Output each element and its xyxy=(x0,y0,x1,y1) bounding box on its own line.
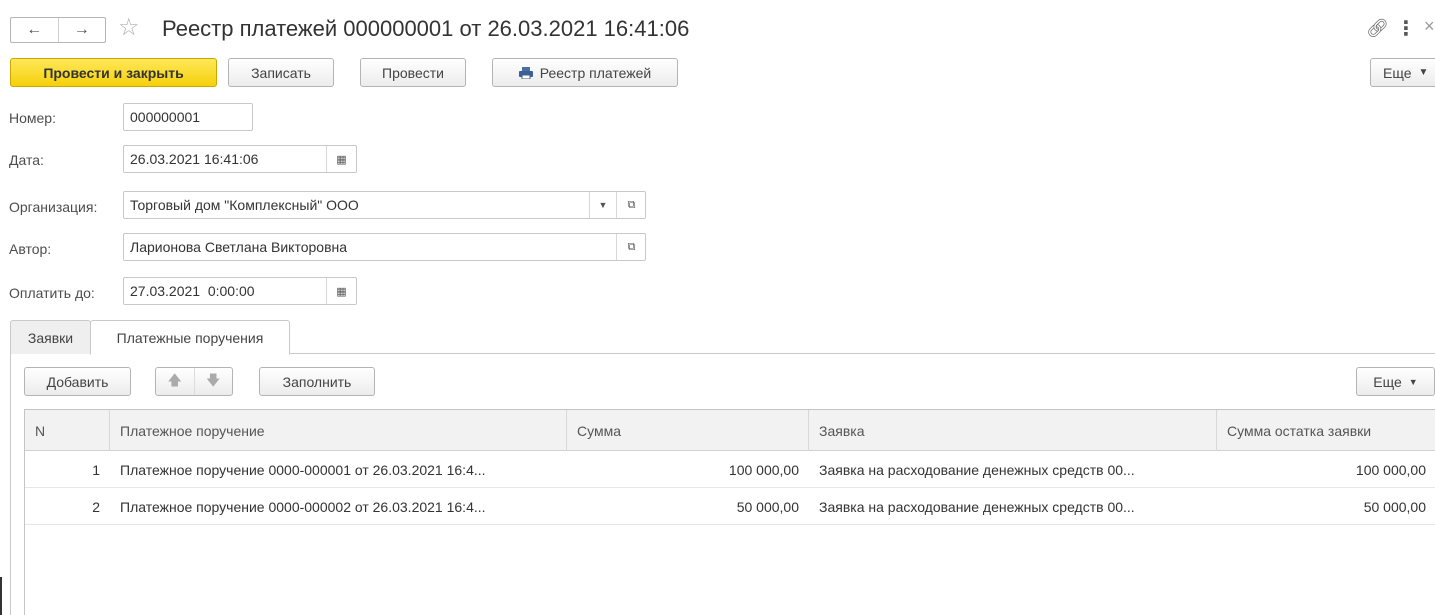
tab-payment-orders[interactable]: Платежные поручения xyxy=(90,320,290,355)
post-and-close-button[interactable]: Провести и закрыть xyxy=(10,58,217,87)
add-button[interactable]: Добавить xyxy=(24,367,131,396)
payment-orders-table: N Платежное поручение Сумма Заявка Сумма… xyxy=(24,409,1435,615)
column-header-n[interactable]: N xyxy=(25,410,110,451)
back-button[interactable]: ← xyxy=(11,18,58,42)
table-row[interactable]: 1 Платежное поручение 0000-000001 от 26.… xyxy=(25,451,1435,488)
close-icon[interactable]: × xyxy=(1424,16,1435,37)
tab-requests-label: Заявки xyxy=(27,329,74,346)
author-field[interactable]: Ларионова Светлана Викторовна ⧉ xyxy=(123,233,646,261)
payment-order-cell: Платежное поручение 0000-000002 от 26.03… xyxy=(120,498,486,515)
add-label: Добавить xyxy=(46,373,109,390)
move-up-icon: 🡅 xyxy=(167,371,182,388)
payment-order-cell: Платежное поручение 0000-000001 от 26.03… xyxy=(120,461,486,478)
table-more-label: Еще xyxy=(1373,373,1402,390)
number-value: 000000001 xyxy=(130,109,201,125)
number-label: Номер: xyxy=(9,110,56,126)
remainder-cell: 50 000,00 xyxy=(1363,498,1426,515)
fill-label: Заполнить xyxy=(282,373,352,390)
calendar-icon: ▦ xyxy=(336,285,347,298)
post-and-close-label: Провести и закрыть xyxy=(43,64,184,81)
organization-value: Торговый дом "Комплексный" ООО xyxy=(130,197,359,213)
star-icon[interactable]: ☆ xyxy=(118,14,140,42)
table-more-button[interactable]: Еще ▼ xyxy=(1356,367,1435,396)
date-field[interactable]: 26.03.2021 16:41:06 ▦ xyxy=(123,145,357,173)
organization-dropdown-button[interactable]: ▼ xyxy=(589,192,616,218)
author-value: Ларионова Светлана Викторовна xyxy=(130,239,348,255)
payment-registry-label: Реестр платежей xyxy=(539,64,652,81)
column-header-request[interactable]: Заявка xyxy=(809,410,1217,451)
remainder-cell: 100 000,00 xyxy=(1355,461,1426,478)
request-cell: Заявка на расходование денежных средств … xyxy=(819,498,1135,515)
move-up-button[interactable]: 🡅 xyxy=(156,368,194,395)
move-down-button[interactable]: 🡇 xyxy=(193,368,233,395)
column-header-sum[interactable]: Сумма xyxy=(567,410,809,451)
table-header: N Платежное поручение Сумма Заявка Сумма… xyxy=(25,410,1435,451)
post-button[interactable]: Провести xyxy=(360,58,466,87)
author-label: Автор: xyxy=(9,241,52,257)
tab-payment-orders-label: Платежные поручения xyxy=(116,329,264,346)
organization-open-button[interactable]: ⧉ xyxy=(616,192,645,218)
author-open-button[interactable]: ⧉ xyxy=(616,234,645,260)
pay-until-value: 27.03.2021 0:00:00 xyxy=(130,283,255,299)
sum-cell: 100 000,00 xyxy=(728,461,799,478)
more-button[interactable]: Еще ▼ xyxy=(1370,58,1435,87)
save-label: Записать xyxy=(251,64,311,81)
back-arrow-icon: ← xyxy=(26,21,43,38)
chevron-down-icon: ▼ xyxy=(1408,376,1418,387)
open-icon: ⧉ xyxy=(627,198,636,211)
column-header-remainder[interactable]: Сумма остатка заявки xyxy=(1217,410,1435,451)
row-number: 1 xyxy=(92,461,100,478)
window-scrollbar[interactable] xyxy=(0,577,2,615)
printer-icon xyxy=(518,66,533,79)
more-label: Еще xyxy=(1383,64,1412,81)
request-cell: Заявка на расходование денежных средств … xyxy=(819,461,1135,478)
more-vertical-icon[interactable]: ⋮ xyxy=(1396,16,1416,41)
table-row[interactable]: 2 Платежное поручение 0000-000002 от 26.… xyxy=(25,488,1435,525)
dropdown-arrow-icon: ▼ xyxy=(598,200,608,210)
pay-until-label: Оплатить до: xyxy=(9,285,95,301)
post-label: Провести xyxy=(382,64,444,81)
calendar-button[interactable]: ▦ xyxy=(326,278,356,304)
save-button[interactable]: Записать xyxy=(228,58,334,87)
payment-registry-button[interactable]: Реестр платежей xyxy=(492,58,678,87)
organization-label: Организация: xyxy=(9,199,98,215)
move-buttons: 🡅 🡇 xyxy=(155,367,233,396)
forward-arrow-icon: → xyxy=(73,21,90,38)
sum-cell: 50 000,00 xyxy=(736,498,799,515)
calendar-icon: ▦ xyxy=(336,153,347,166)
move-down-icon: 🡇 xyxy=(206,371,221,388)
tab-requests[interactable]: Заявки xyxy=(10,320,91,354)
panel-border xyxy=(10,353,11,615)
page-title: Реестр платежей 000000001 от 26.03.2021 … xyxy=(162,16,690,41)
forward-button[interactable]: → xyxy=(57,18,106,42)
pay-until-field[interactable]: 27.03.2021 0:00:00 ▦ xyxy=(123,277,357,305)
number-field[interactable]: 000000001 xyxy=(123,103,253,131)
history-nav: ← → xyxy=(10,17,106,43)
organization-field[interactable]: Торговый дом "Комплексный" ООО ▼ ⧉ xyxy=(123,191,646,219)
open-icon: ⧉ xyxy=(627,240,636,253)
calendar-button[interactable]: ▦ xyxy=(326,146,356,172)
link-icon[interactable]: 🔗︎ xyxy=(1366,18,1389,39)
date-value: 26.03.2021 16:41:06 xyxy=(130,151,259,167)
chevron-down-icon: ▼ xyxy=(1418,67,1429,78)
fill-button[interactable]: Заполнить xyxy=(259,367,375,396)
column-header-payment-order[interactable]: Платежное поручение xyxy=(110,410,567,451)
row-number: 2 xyxy=(92,498,100,515)
date-label: Дата: xyxy=(9,152,44,168)
